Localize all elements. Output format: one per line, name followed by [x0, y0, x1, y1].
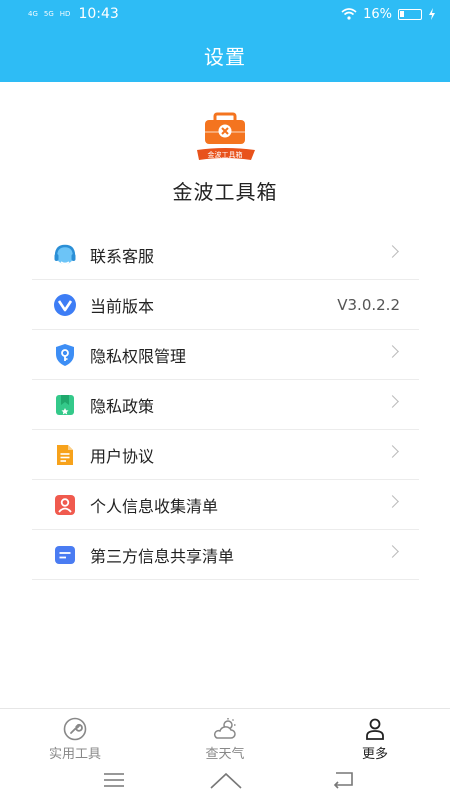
- menu-item-privacy-policy[interactable]: 隐私政策: [32, 380, 419, 430]
- weather-icon: [213, 718, 236, 739]
- chevron-right-icon: [386, 545, 399, 558]
- document-icon: [52, 442, 78, 468]
- version-icon: [52, 292, 78, 318]
- tab-tools[interactable]: 实用工具: [0, 709, 150, 763]
- battery-icon: [398, 8, 422, 20]
- tab-label: 实用工具: [48, 747, 101, 762]
- menu-item-current-version[interactable]: 当前版本 V3.0.2.2: [32, 280, 419, 330]
- version-value: V3.0.2.2: [337, 295, 400, 314]
- status-bar: 4G 5G HD 10:43 16%: [0, 0, 450, 28]
- wrench-icon: [63, 717, 87, 741]
- home-key-icon[interactable]: [210, 771, 242, 789]
- tab-label: 查天气: [205, 747, 245, 762]
- menu-item-third-party-sharing[interactable]: 第三方信息共享清单: [32, 530, 419, 580]
- page-header: 设置: [0, 28, 450, 82]
- wifi-icon: [341, 8, 357, 20]
- chevron-right-icon: [386, 245, 399, 258]
- status-time: 10:43: [78, 6, 119, 22]
- shield-icon: [52, 342, 78, 368]
- signal-4g: 4G: [28, 9, 38, 18]
- menu-key-icon[interactable]: [103, 772, 125, 788]
- app-logo: 金波工具箱: [197, 112, 255, 160]
- menu-item-label: 隐私权限管理: [90, 346, 187, 366]
- menu-item-contact-support[interactable]: 联系客服: [32, 230, 419, 280]
- charging-icon: [429, 8, 435, 20]
- menu-item-user-agreement[interactable]: 用户协议: [32, 430, 419, 480]
- system-nav-bar: [0, 763, 450, 800]
- battery-percent: 16%: [363, 6, 392, 22]
- bookmark-icon: [52, 392, 78, 418]
- headset-icon: [52, 242, 78, 268]
- menu-item-label: 当前版本: [90, 296, 155, 316]
- menu-item-label: 联系客服: [90, 246, 155, 266]
- chevron-right-icon: [386, 345, 399, 358]
- menu-item-personal-info-list[interactable]: 个人信息收集清单: [32, 480, 419, 530]
- bottom-nav: 实用工具 查天气 更多: [0, 708, 450, 763]
- menu-item-privacy-permissions[interactable]: 隐私权限管理: [32, 330, 419, 380]
- hd-badge: HD: [59, 9, 71, 18]
- menu-item-label: 用户协议: [90, 446, 155, 466]
- chevron-right-icon: [386, 495, 399, 508]
- page-title: 设置: [204, 44, 246, 69]
- list-icon: [52, 542, 78, 568]
- back-key-icon[interactable]: [332, 771, 354, 789]
- signal-5g: 5G: [43, 9, 54, 18]
- menu-item-label: 第三方信息共享清单: [90, 546, 235, 566]
- settings-menu: 联系客服 当前版本 V3.0.2.2 隐私权限管理 隐私政策 用户协议 个人信息…: [32, 230, 419, 580]
- chevron-right-icon: [386, 395, 399, 408]
- tab-label: 更多: [361, 747, 388, 762]
- person-icon: [366, 718, 384, 740]
- menu-item-label: 个人信息收集清单: [90, 496, 219, 516]
- app-name: 金波工具箱: [172, 180, 278, 204]
- tab-weather[interactable]: 查天气: [150, 709, 300, 763]
- menu-item-label: 隐私政策: [90, 396, 155, 416]
- logo-text: 金波工具箱: [208, 150, 243, 159]
- person-card-icon: [52, 492, 78, 518]
- tab-more[interactable]: 更多: [300, 709, 450, 763]
- chevron-right-icon: [386, 445, 399, 458]
